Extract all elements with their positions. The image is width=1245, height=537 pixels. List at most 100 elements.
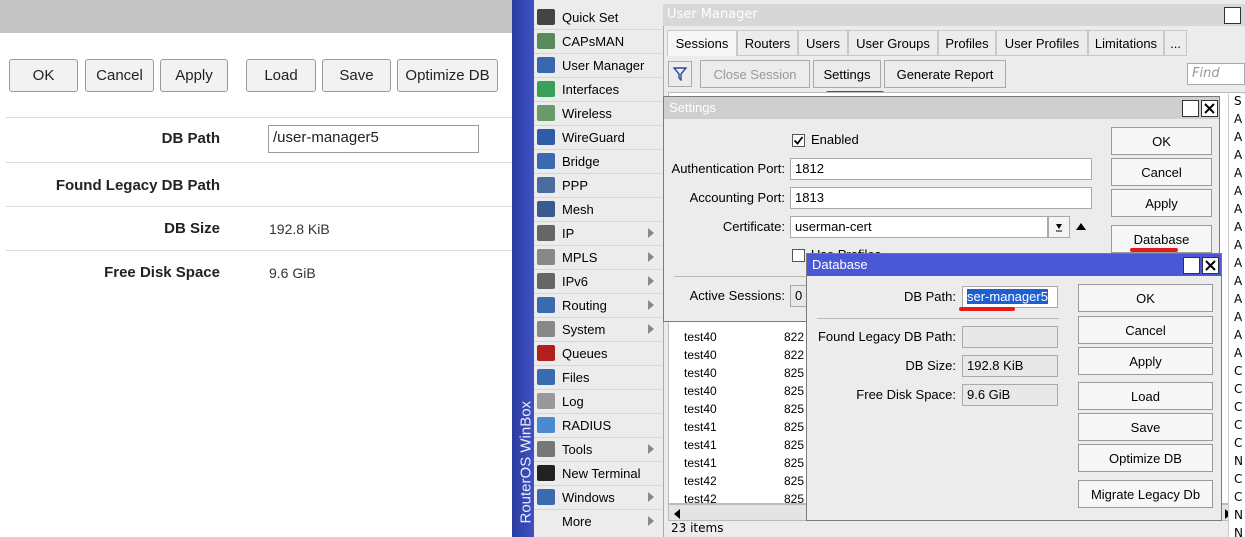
menu-item-wireless[interactable]: Wireless bbox=[534, 101, 662, 125]
table-cell: C bbox=[1228, 436, 1245, 454]
table-row[interactable]: test40 822 bbox=[668, 346, 1228, 364]
dropdown-icon[interactable] bbox=[1048, 216, 1070, 238]
db-ok-button[interactable]: OK bbox=[1078, 284, 1213, 312]
table-row[interactable]: test41 825 bbox=[668, 454, 1228, 472]
tab-more[interactable]: ... bbox=[1164, 30, 1187, 56]
use-profiles-checkbox[interactable] bbox=[792, 249, 805, 262]
maximize-icon[interactable] bbox=[1182, 100, 1199, 117]
menu-item-queues[interactable]: Queues bbox=[534, 341, 662, 365]
close-icon[interactable] bbox=[1202, 257, 1219, 274]
web-legacy-path-label: Found Legacy DB Path bbox=[55, 177, 220, 194]
settings-apply-button[interactable]: Apply bbox=[1111, 189, 1212, 217]
settings-button[interactable]: Settings bbox=[813, 60, 881, 88]
divider bbox=[534, 341, 662, 342]
certificate-select[interactable]: userman-cert bbox=[790, 216, 1048, 238]
maximize-icon[interactable] bbox=[1224, 7, 1241, 24]
tab-user-profiles[interactable]: User Profiles bbox=[996, 30, 1088, 56]
user-manager-icon bbox=[537, 57, 555, 73]
system-icon bbox=[537, 321, 555, 337]
table-row[interactable]: test40 825 bbox=[668, 364, 1228, 382]
table-cell: A bbox=[1228, 148, 1245, 166]
tab-routers[interactable]: Routers bbox=[737, 30, 798, 56]
web-optimize-db-button[interactable]: Optimize DB bbox=[397, 59, 498, 92]
row-number: 822 bbox=[784, 330, 805, 344]
collapse-icon[interactable] bbox=[1076, 223, 1086, 230]
menu-item-routing[interactable]: Routing bbox=[534, 293, 662, 317]
menu-item-wireguard[interactable]: WireGuard bbox=[534, 125, 662, 149]
table-row[interactable]: test40 825 bbox=[668, 382, 1228, 400]
menu-item-label: Log bbox=[562, 393, 584, 409]
tab-user-groups[interactable]: User Groups bbox=[848, 30, 938, 56]
find-input[interactable]: Find bbox=[1187, 63, 1245, 85]
maximize-icon[interactable] bbox=[1183, 257, 1200, 274]
web-db-size-label: DB Size bbox=[164, 220, 220, 237]
row-user: test40 bbox=[684, 348, 717, 362]
menu-item-capsman[interactable]: CAPsMAN bbox=[534, 29, 662, 53]
table-cell: A bbox=[1228, 166, 1245, 184]
database-title: Database bbox=[807, 254, 1221, 276]
table-cell: A bbox=[1228, 220, 1245, 238]
menu-item-label: More bbox=[562, 513, 592, 529]
close-session-button[interactable]: Close Session bbox=[700, 60, 810, 88]
tab-sessions[interactable]: Sessions bbox=[667, 30, 737, 56]
table-cell: C bbox=[1228, 382, 1245, 400]
table-cell: A bbox=[1228, 310, 1245, 328]
tab-limitations[interactable]: Limitations bbox=[1088, 30, 1164, 56]
scroll-left-icon[interactable] bbox=[674, 509, 680, 519]
menu-item-radius[interactable]: RADIUS bbox=[534, 413, 662, 437]
menu-item-user-manager[interactable]: User Manager bbox=[534, 53, 662, 77]
web-apply-button[interactable]: Apply bbox=[160, 59, 228, 92]
settings-cancel-button[interactable]: Cancel bbox=[1111, 158, 1212, 186]
menu-item-windows[interactable]: Windows bbox=[534, 485, 662, 509]
web-db-path-input[interactable]: /user-manager5 bbox=[268, 125, 479, 153]
enabled-checkbox[interactable] bbox=[792, 134, 805, 147]
menu-item-log[interactable]: Log bbox=[534, 389, 662, 413]
menu-item-more[interactable]: More bbox=[534, 509, 662, 533]
table-row[interactable]: test40 825 bbox=[668, 400, 1228, 418]
menu-item-ipv6[interactable]: IPv6 bbox=[534, 269, 662, 293]
wireless-icon bbox=[537, 105, 555, 121]
web-cancel-button[interactable]: Cancel bbox=[85, 59, 154, 92]
row-number: 825 bbox=[784, 456, 805, 470]
web-ok-button[interactable]: OK bbox=[9, 59, 78, 92]
web-save-button[interactable]: Save bbox=[322, 59, 391, 92]
menu-item-ip[interactable]: IP bbox=[534, 221, 662, 245]
table-row[interactable]: test41 825 bbox=[668, 418, 1228, 436]
menu-item-system[interactable]: System bbox=[534, 317, 662, 341]
menu-item-mesh[interactable]: Mesh bbox=[534, 197, 662, 221]
auth-port-input[interactable]: 1812 bbox=[790, 158, 1092, 180]
table-row[interactable]: test41 825 bbox=[668, 436, 1228, 454]
menu-item-tools[interactable]: Tools bbox=[534, 437, 662, 461]
menu-item-label: Quick Set bbox=[562, 9, 619, 25]
routing-icon bbox=[537, 297, 555, 313]
menu-item-quick-set[interactable]: Quick Set bbox=[534, 5, 662, 29]
filter-icon[interactable] bbox=[668, 61, 692, 87]
menu-item-new-terminal[interactable]: New Terminal bbox=[534, 461, 662, 485]
menu-item-bridge[interactable]: Bridge bbox=[534, 149, 662, 173]
row-number: 822 bbox=[784, 348, 805, 362]
row-user: test41 bbox=[684, 456, 717, 470]
tab-users[interactable]: Users bbox=[798, 30, 848, 56]
web-load-button[interactable]: Load bbox=[246, 59, 316, 92]
tab-profiles[interactable]: Profiles bbox=[938, 30, 996, 56]
menu-item-ppp[interactable]: PPP bbox=[534, 173, 662, 197]
user-manager-title: User Manager bbox=[667, 7, 758, 22]
table-row[interactable]: test42 825 bbox=[668, 490, 1228, 508]
settings-ok-button[interactable]: OK bbox=[1111, 127, 1212, 155]
enabled-label: Enabled bbox=[811, 132, 859, 147]
menu-item-interfaces[interactable]: Interfaces bbox=[534, 77, 662, 101]
menu-item-mpls[interactable]: MPLS bbox=[534, 245, 662, 269]
row-number: 825 bbox=[784, 492, 805, 506]
menu-item-files[interactable]: Files bbox=[534, 365, 662, 389]
close-icon[interactable] bbox=[1201, 100, 1218, 117]
web-free-space-label: Free Disk Space bbox=[104, 264, 220, 281]
acct-port-input[interactable]: 1813 bbox=[790, 187, 1092, 209]
db-path-input[interactable]: ser-manager5 bbox=[962, 286, 1058, 308]
submenu-arrow-icon bbox=[648, 252, 654, 262]
generate-report-button[interactable]: Generate Report bbox=[884, 60, 1006, 88]
table-row[interactable]: test40 822 bbox=[668, 328, 1228, 346]
submenu-arrow-icon bbox=[648, 300, 654, 310]
table-row[interactable]: test42 825 bbox=[668, 472, 1228, 490]
active-sessions-label: Active Sessions: bbox=[689, 288, 785, 303]
log-icon bbox=[537, 393, 555, 409]
